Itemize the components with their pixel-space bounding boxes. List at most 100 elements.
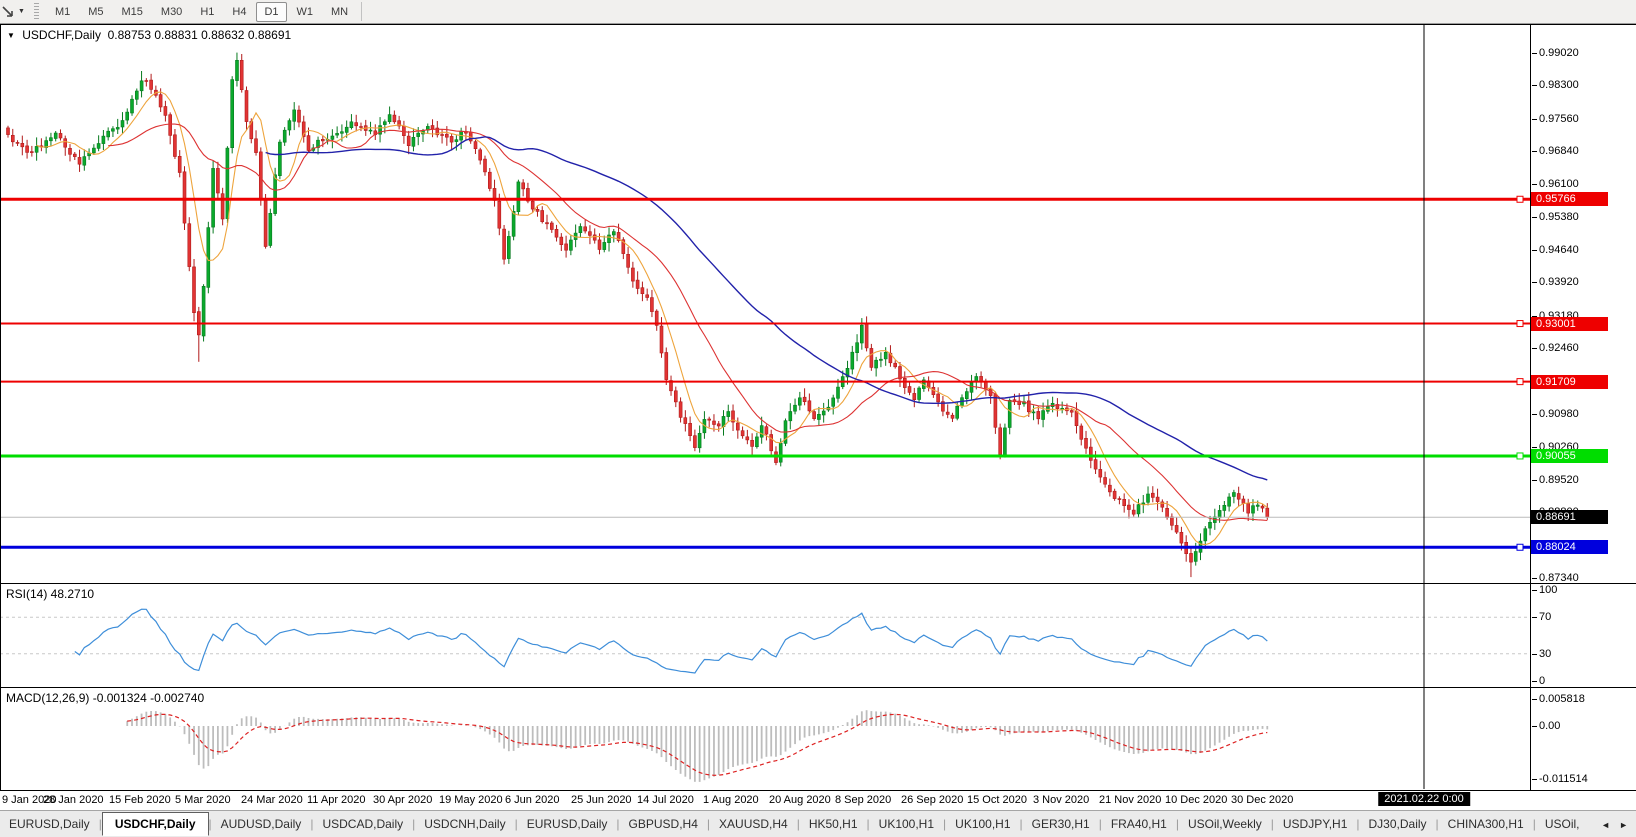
rsi-pane-separator[interactable] [0, 583, 1636, 584]
price-tick: 0.98300 [1539, 79, 1579, 91]
timeframe-button-m5[interactable]: M5 [80, 2, 111, 22]
chart-tab-list: EURUSD,Daily|USDCHF,Daily|AUDUSD,Daily|U… [0, 812, 1588, 836]
date-tick-label: 19 May 2020 [439, 794, 503, 806]
date-tick-label: 30 Apr 2020 [373, 794, 432, 806]
quote-open: 0.88753 [108, 28, 151, 42]
chart-bottom-border [0, 790, 1636, 791]
price-tick: 0.96100 [1539, 178, 1579, 190]
macd-pane-separator[interactable] [0, 687, 1636, 688]
timeframe-button-m1[interactable]: M1 [47, 2, 78, 22]
chart-title: ▼ USDCHF,Daily 0.88753 0.88831 0.88632 0… [7, 28, 291, 42]
date-tick-label: 24 Mar 2020 [241, 794, 303, 806]
main-price-pane [0, 53, 1530, 578]
date-tick-label: 1 Aug 2020 [703, 794, 759, 806]
chart-tab-usdcnh-daily[interactable]: USDCNH,Daily [415, 813, 514, 835]
rsi-axis-tick: 0 [1539, 675, 1545, 687]
chart-tab-uk100-h1[interactable]: UK100,H1 [870, 813, 943, 835]
level-price-badge: 0.88024 [1531, 540, 1608, 554]
chart-tab-usdjpy-h1[interactable]: USDJPY,H1 [1274, 813, 1356, 835]
chart-tab-usoil-weekly[interactable]: USOil,Weekly [1179, 813, 1271, 835]
macd-axis-tick: 0.005818 [1539, 693, 1585, 705]
macd-pane [127, 710, 1267, 782]
chart-tab-hk50-h1[interactable]: HK50,H1 [800, 813, 867, 835]
price-tick: 0.93920 [1539, 276, 1579, 288]
date-tick-label: 6 Jun 2020 [505, 794, 559, 806]
overlay-objects [1424, 25, 1523, 789]
timeframe-button-h4[interactable]: H4 [224, 2, 254, 22]
timeframe-button-mn[interactable]: MN [323, 2, 356, 22]
date-tick-label: 10 Dec 2020 [1165, 794, 1227, 806]
date-tick-label: 30 Dec 2020 [1231, 794, 1293, 806]
rsi-axis-tick: 30 [1539, 648, 1551, 660]
price-tick: 0.99020 [1539, 47, 1579, 59]
price-tick: 0.94640 [1539, 244, 1579, 256]
rsi-axis-tick: 100 [1539, 584, 1557, 596]
level-price-badge: 0.95766 [1531, 192, 1608, 206]
date-tick-label: 11 Apr 2020 [307, 794, 366, 806]
timeframe-button-h1[interactable]: H1 [192, 2, 222, 22]
timeframe-button-m30[interactable]: M30 [153, 2, 190, 22]
tab-scroll-right-icon[interactable]: ► [1619, 820, 1628, 830]
chart-tab-xauusd-h4[interactable]: XAUUSD,H4 [710, 813, 797, 835]
rsi-axis-tick: 70 [1539, 611, 1551, 623]
date-tick-label: 20 Aug 2020 [769, 794, 831, 806]
rsi-pane [0, 609, 1530, 673]
toolbar-drag-grip[interactable] [34, 3, 39, 20]
price-tick: 0.95380 [1539, 211, 1579, 223]
chart-tab-audusd-daily[interactable]: AUDUSD,Daily [212, 813, 311, 835]
rsi-indicator-label: RSI(14) 48.2710 [6, 587, 94, 601]
chart-tab-eurusd-daily[interactable]: EURUSD,Daily [0, 813, 99, 835]
time-axis[interactable]: 2021.02.22 0:00 9 Jan 202028 Jan 202015 … [0, 790, 1636, 810]
date-tick-label: 15 Feb 2020 [109, 794, 171, 806]
macd-indicator-label: MACD(12,26,9) -0.001324 -0.002740 [6, 691, 204, 705]
level-price-badge: 0.91709 [1531, 375, 1608, 389]
current-price-badge: 0.88691 [1531, 510, 1608, 524]
date-tick-label: 21 Nov 2020 [1099, 794, 1161, 806]
chart-tab-usoil[interactable]: USOil, [1536, 813, 1589, 835]
top-toolbar: ▼ M1M5M15M30H1H4D1W1MN [0, 0, 1636, 24]
caret-down-icon[interactable]: ▼ [18, 8, 25, 15]
chart-tab-dj30-daily[interactable]: DJ30,Daily [1360, 813, 1436, 835]
quote-close: 0.88691 [248, 28, 291, 42]
chart-symbol-label: USDCHF,Daily [22, 28, 101, 42]
date-tick-label: 25 Jun 2020 [571, 794, 632, 806]
date-tick-label: 14 Jul 2020 [637, 794, 694, 806]
collapse-triangle-icon[interactable]: ▼ [7, 31, 15, 40]
price-tick: 0.96840 [1539, 145, 1579, 157]
date-tick-label: 15 Oct 2020 [967, 794, 1027, 806]
chart-top-border [0, 24, 1636, 25]
timeframe-button-group: M1M5M15M30H1H4D1W1MN [46, 2, 357, 22]
chart-left-border [0, 24, 1, 790]
quote-high: 0.88831 [154, 28, 197, 42]
quote-low: 0.88632 [201, 28, 244, 42]
price-tick: 0.97560 [1539, 113, 1579, 125]
chart-tab-gbpusd-h4[interactable]: GBPUSD,H4 [620, 813, 707, 835]
date-tick-label: 26 Sep 2020 [901, 794, 963, 806]
price-tick: 0.90980 [1539, 408, 1579, 420]
chart-tab-fra40-h1[interactable]: FRA40,H1 [1102, 813, 1176, 835]
chart-tab-usdcad-daily[interactable]: USDCAD,Daily [313, 813, 412, 835]
macd-axis-tick: -0.011514 [1539, 773, 1588, 785]
chart-tab-eurusd-daily[interactable]: EURUSD,Daily [518, 813, 617, 835]
chart-tab-china300-h1[interactable]: CHINA300,H1 [1439, 813, 1533, 835]
price-tick: 0.92460 [1539, 342, 1579, 354]
chart-tool-button[interactable]: ▼ [1, 5, 28, 19]
chart-tab-ger30-h1[interactable]: GER30,H1 [1023, 813, 1099, 835]
chart-tab-usdchf-daily[interactable]: USDCHF,Daily [102, 812, 209, 836]
vertical-line-date-label: 2021.02.22 0:00 [1378, 792, 1470, 806]
timeframe-button-w1[interactable]: W1 [289, 2, 322, 22]
tab-scroll-left-icon[interactable]: ◄ [1601, 820, 1610, 830]
price-tick: 0.87340 [1539, 572, 1579, 584]
timeframe-button-m15[interactable]: M15 [114, 2, 151, 22]
date-tick-label: 3 Nov 2020 [1033, 794, 1089, 806]
macd-axis-tick: 0.00 [1539, 720, 1560, 732]
chart-tab-uk100-h1[interactable]: UK100,H1 [946, 813, 1019, 835]
date-tick-label: 8 Sep 2020 [835, 794, 891, 806]
toolbar-separator [361, 2, 362, 21]
price-axis[interactable]: 0.99020 0.98300 0.97560 0.96840 0.96100 0.953… [1530, 0, 1636, 836]
level-price-badge: 0.90055 [1531, 449, 1608, 463]
timeframe-button-d1[interactable]: D1 [256, 2, 286, 22]
chart-tab-bar: EURUSD,Daily|USDCHF,Daily|AUDUSD,Daily|U… [0, 810, 1636, 837]
date-tick-label: 28 Jan 2020 [43, 794, 104, 806]
chart-plot[interactable] [0, 0, 1636, 836]
